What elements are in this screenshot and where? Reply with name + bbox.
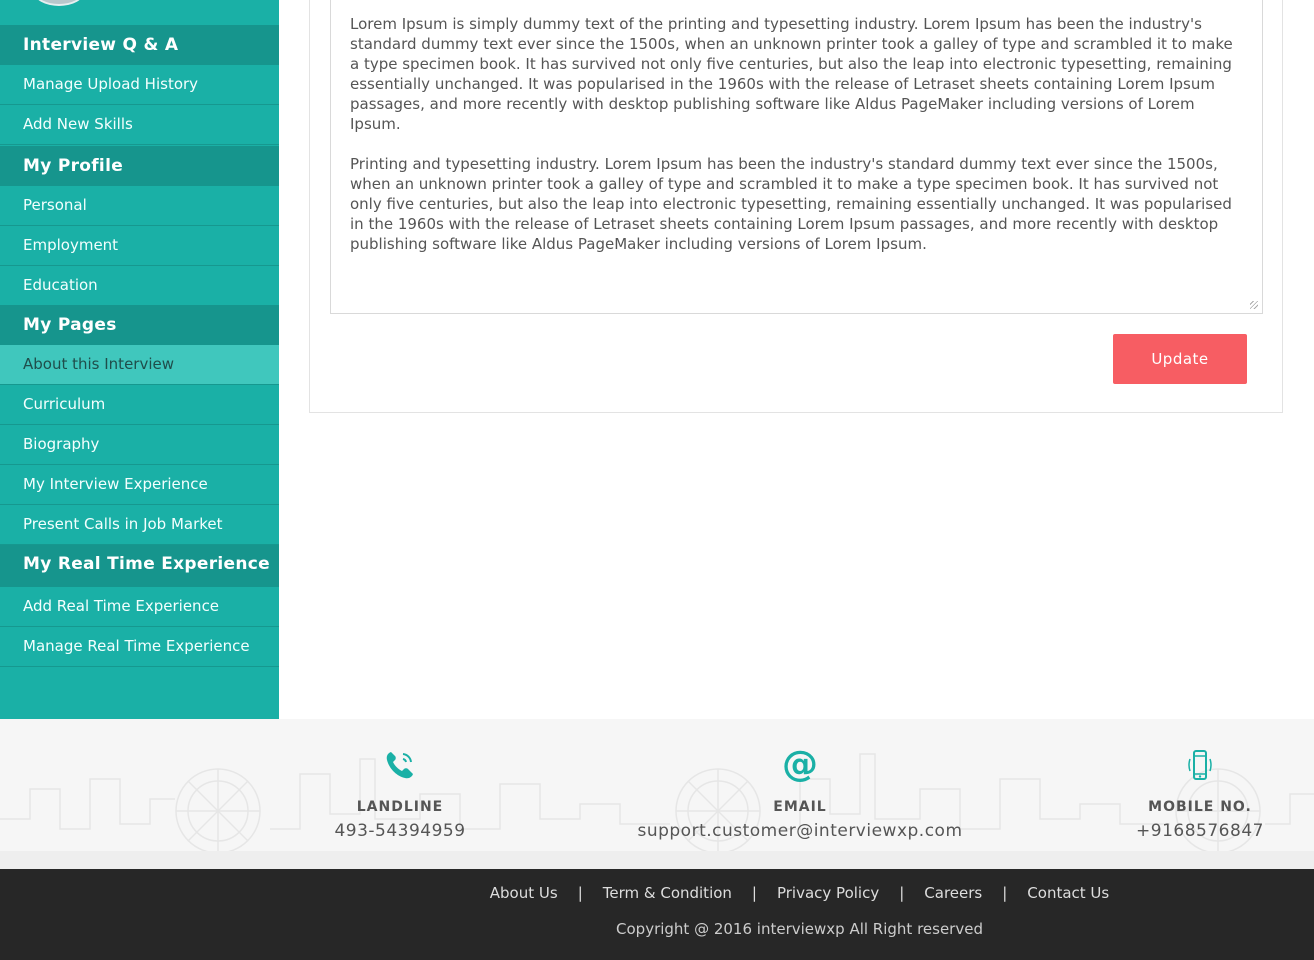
contact-email: @ EMAIL support.customer@interviewxp.com [600,744,1000,842]
sidebar-item-my-interview-experience[interactable]: My Interview Experience [0,465,279,505]
avatar[interactable] [34,0,84,6]
sidebar-heading: My Real Time Experience [0,545,279,587]
footer-separator: | [899,884,905,902]
sidebar-item-personal[interactable]: Personal [0,186,279,226]
contact-landline: LANDLINE 493-54394959 [200,747,600,841]
sidebar-item-about-this-interview[interactable]: About this Interview [0,345,279,385]
about-interview-card: Lorem Ipsum is simply dummy text of the … [309,0,1283,413]
landline-value: 493-54394959 [334,821,466,841]
footer-separator: | [577,884,583,902]
footer-link-terms[interactable]: Term & Condition [603,884,732,902]
footer-link-careers[interactable]: Careers [924,884,982,902]
mobile-value: +9168576847 [1136,821,1264,841]
copyright-text: Copyright @ 2016 interviewxp All Right r… [616,920,983,938]
sidebar-section-my-profile: My Profile Personal Employment Education [0,146,279,306]
email-label: EMAIL [773,799,827,815]
footer-link-contact-us[interactable]: Contact Us [1027,884,1109,902]
sidebar-item-manage-real-time-experience[interactable]: Manage Real Time Experience [0,627,279,667]
sidebar: Interview Q & A Manage Upload History Ad… [0,0,279,719]
landline-label: LANDLINE [356,799,444,815]
sidebar-item-biography[interactable]: Biography [0,425,279,465]
footer-separator: | [751,884,757,902]
sidebar-item-employment[interactable]: Employment [0,226,279,266]
sidebar-heading: Interview Q & A [0,25,279,65]
update-button[interactable]: Update [1113,334,1247,384]
about-interview-textarea[interactable]: Lorem Ipsum is simply dummy text of the … [330,0,1263,314]
sidebar-item-present-calls-in-job-market[interactable]: Present Calls in Job Market [0,505,279,545]
footer-nav: About Us | Term & Condition | Privacy Po… [0,884,1314,902]
mobile-icon [1000,747,1314,783]
footer-separator: | [1002,884,1008,902]
sidebar-item-curriculum[interactable]: Curriculum [0,385,279,425]
sidebar-heading: My Pages [0,305,279,345]
footer-link-privacy-policy[interactable]: Privacy Policy [777,884,879,902]
sidebar-heading: My Profile [0,146,279,186]
footer-link-about-us[interactable]: About Us [490,884,558,902]
contact-band: LANDLINE 493-54394959 @ EMAIL support.cu… [0,719,1314,869]
sidebar-section-real-time-experience: My Real Time Experience Add Real Time Ex… [0,545,279,667]
sidebar-item-education[interactable]: Education [0,266,279,306]
sidebar-item-add-new-skills[interactable]: Add New Skills [0,105,279,145]
mobile-label: MOBILE NO. [1148,799,1252,815]
at-icon: @ [782,744,818,785]
resize-handle-icon[interactable] [1250,301,1258,309]
email-value[interactable]: support.customer@interviewxp.com [600,821,1000,841]
phone-icon [200,747,600,783]
textarea-paragraph: Printing and typesetting industry. Lorem… [350,155,1237,253]
textarea-paragraph: Lorem Ipsum is simply dummy text of the … [350,15,1238,133]
sidebar-item-add-real-time-experience[interactable]: Add Real Time Experience [0,587,279,627]
sidebar-section-my-pages: My Pages About this Interview Curriculum… [0,305,279,545]
sidebar-item-manage-upload-history[interactable]: Manage Upload History [0,65,279,105]
sidebar-section-interview-qa: Interview Q & A Manage Upload History Ad… [0,25,279,145]
footer: About Us | Term & Condition | Privacy Po… [0,869,1314,960]
contact-mobile: MOBILE NO. +9168576847 [1000,747,1314,841]
